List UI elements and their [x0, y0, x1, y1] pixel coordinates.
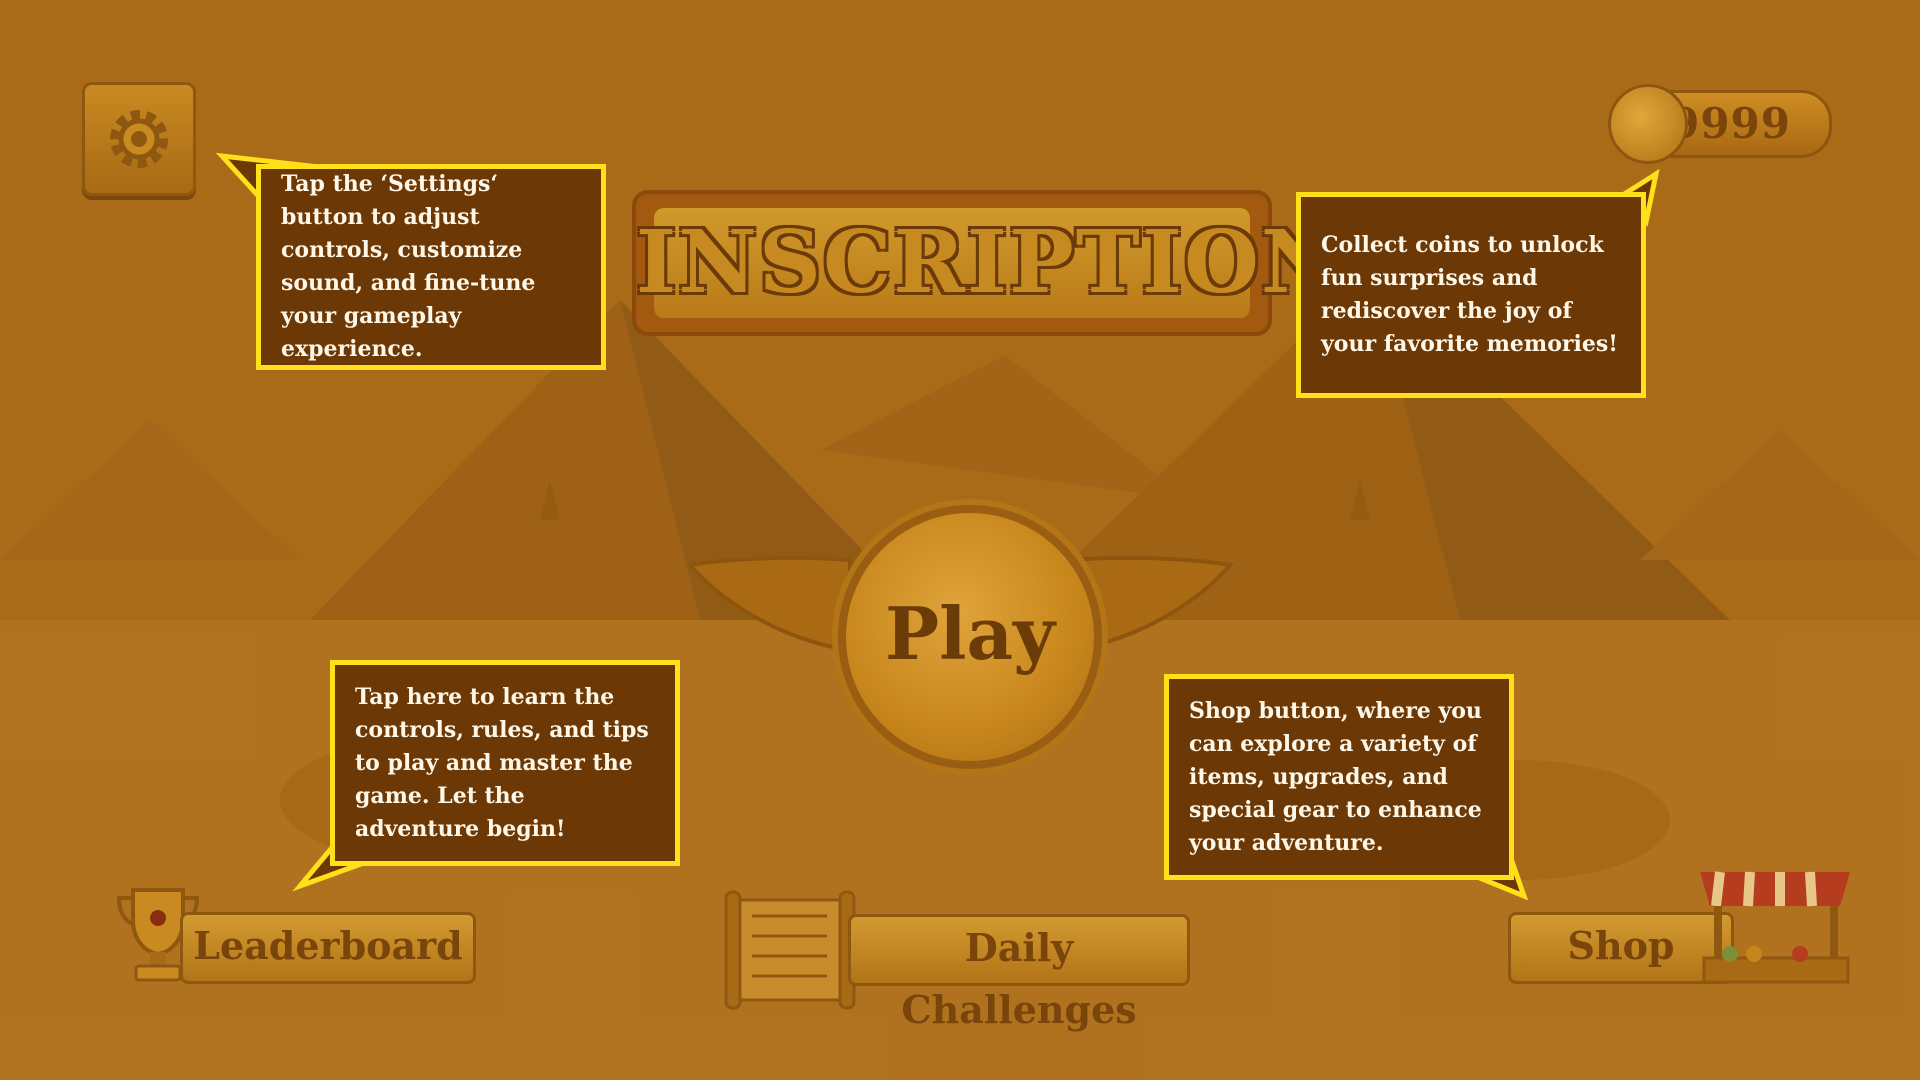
- settings-tutorial-text: Tap the ‘Settings‘ button to adjust cont…: [281, 171, 536, 362]
- daily-challenges-label: Daily Challenges: [901, 925, 1137, 1032]
- game-title-plate: INSCRIPTION: [632, 190, 1342, 336]
- leaderboard-button[interactable]: Leaderboard: [180, 912, 476, 984]
- shop-tutorial-callout: Shop button, where you can explore a var…: [1164, 674, 1514, 880]
- shop-tutorial-text: Shop button, where you can explore a var…: [1189, 697, 1482, 856]
- coin-count: 9999: [1670, 99, 1791, 148]
- market-stall-icon: [1700, 871, 1850, 984]
- play-label: Play: [885, 591, 1055, 676]
- papyrus-scroll-icon: [724, 890, 856, 1010]
- leaderboard-tutorial-text: Tap here to learn the controls, rules, a…: [355, 683, 649, 842]
- game-title: INSCRIPTION: [636, 212, 1342, 313]
- coins-tutorial-text: Collect coins to unlock fun surprises an…: [1321, 232, 1618, 357]
- leaderboard-tutorial-callout: Tap here to learn the controls, rules, a…: [330, 660, 680, 866]
- settings-tutorial-callout: Tap the ‘Settings‘ button to adjust cont…: [256, 164, 606, 370]
- scarab-coin-icon: [1608, 84, 1688, 164]
- play-button[interactable]: Play: [838, 505, 1102, 769]
- coins-tutorial-callout: Collect coins to unlock fun surprises an…: [1296, 192, 1646, 398]
- gear-icon: [110, 110, 168, 168]
- settings-button[interactable]: [82, 82, 196, 196]
- daily-challenges-button[interactable]: Daily Challenges: [848, 914, 1190, 1032]
- leaderboard-label: Leaderboard: [193, 923, 463, 968]
